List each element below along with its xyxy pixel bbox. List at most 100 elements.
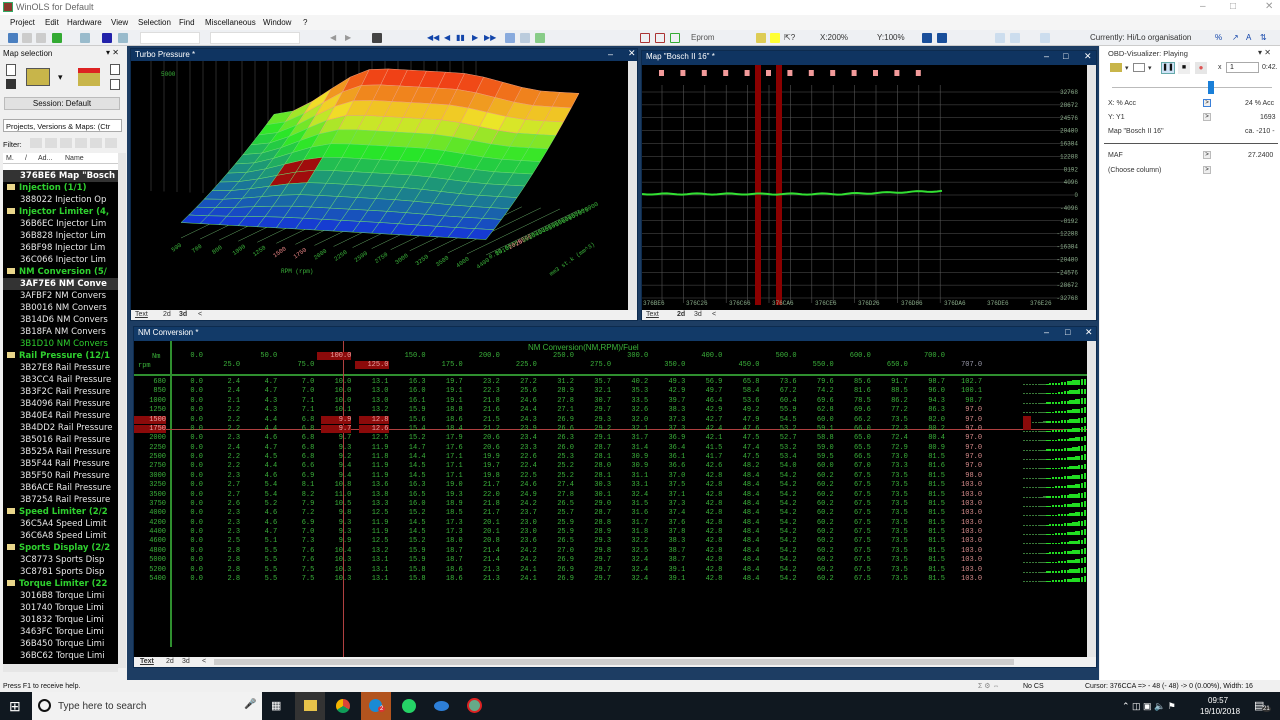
table-cell[interactable]: 28.7 bbox=[581, 444, 611, 452]
table-cell[interactable]: 4.6 bbox=[247, 519, 278, 527]
tree-folder[interactable]: Injector Limiter (4, bbox=[3, 206, 118, 218]
table-cell[interactable]: 6.8 bbox=[284, 453, 315, 461]
table-cell[interactable]: 2.3 bbox=[210, 519, 240, 527]
table-cell[interactable]: 59.0 bbox=[804, 444, 834, 452]
hex-16-icon[interactable] bbox=[1010, 33, 1020, 43]
table-cell[interactable]: 73.5 bbox=[878, 519, 908, 527]
point-marker[interactable] bbox=[787, 70, 793, 76]
scroll-left-icon[interactable]: < bbox=[712, 311, 716, 318]
table-cell[interactable]: 39.1 bbox=[655, 575, 685, 583]
table-cell[interactable]: 65.8 bbox=[730, 378, 760, 386]
table-cell[interactable]: 54.2 bbox=[767, 519, 797, 527]
table-cell[interactable]: 41.5 bbox=[692, 444, 723, 452]
table-cell[interactable]: 80.2 bbox=[915, 425, 945, 433]
table-cell[interactable]: 15.9 bbox=[396, 406, 426, 414]
table-cell[interactable]: 20.1 bbox=[470, 528, 500, 536]
table-cell[interactable]: 5.2 bbox=[247, 500, 278, 508]
table-cell[interactable]: 67.0 bbox=[841, 462, 871, 470]
row-header[interactable]: 4200 bbox=[134, 519, 166, 527]
table-cell[interactable]: 54.2 bbox=[767, 509, 797, 517]
table-cell[interactable]: 0.0 bbox=[173, 556, 203, 564]
table-cell[interactable]: 0.0 bbox=[173, 528, 203, 536]
table-cell[interactable]: 38.7 bbox=[655, 556, 685, 564]
scroll-left-icon[interactable]: < bbox=[198, 311, 202, 318]
table-cell[interactable]: 2.4 bbox=[210, 378, 240, 386]
tree-item[interactable]: 301740 Torque Limi bbox=[3, 602, 118, 614]
tree-item[interactable]: 388022 Injection Op bbox=[3, 194, 118, 206]
table-cell[interactable]: 9.4 bbox=[321, 462, 352, 470]
table-cell[interactable]: 21.8 bbox=[470, 500, 500, 508]
bosch-2d-chart[interactable]: 32768 28672 24576 20480 16384 12288 8192 4096 0 -… bbox=[642, 65, 1088, 311]
point-marker[interactable] bbox=[659, 70, 664, 76]
table-cell[interactable]: 4.7 bbox=[247, 378, 278, 386]
table-cell[interactable]: 65.0 bbox=[841, 434, 871, 442]
table-cell[interactable]: 29.3 bbox=[581, 537, 611, 545]
table-cell[interactable]: 12.5 bbox=[359, 537, 389, 545]
table-cell[interactable]: 86.2 bbox=[878, 397, 908, 405]
table-cell[interactable]: 60.4 bbox=[767, 397, 797, 405]
table-cell[interactable]: 2.2 bbox=[210, 416, 240, 424]
table-cell[interactable]: 19.7 bbox=[433, 378, 463, 386]
row-header[interactable]: 5200 bbox=[134, 566, 166, 574]
pause-icon[interactable]: ▮▮ bbox=[456, 33, 465, 42]
table-cell[interactable]: 7.1 bbox=[284, 406, 315, 414]
table-cell[interactable]: 81.5 bbox=[915, 547, 945, 555]
table-cell[interactable]: 100.1 bbox=[952, 387, 982, 395]
table-cell[interactable]: 4.4 bbox=[247, 425, 278, 433]
table-cell[interactable]: 25.2 bbox=[544, 462, 574, 470]
eprom-select[interactable]: Eprom bbox=[691, 33, 715, 42]
table-cell[interactable]: 0.0 bbox=[173, 444, 203, 452]
table-cell[interactable]: 0.0 bbox=[173, 406, 203, 414]
table-cell[interactable]: 10.4 bbox=[321, 547, 352, 555]
table-cell[interactable]: 13.0 bbox=[359, 397, 389, 405]
table-cell[interactable]: 81.5 bbox=[915, 472, 945, 480]
x-zoom[interactable]: X:200% bbox=[820, 33, 848, 42]
table-cell[interactable]: 0.0 bbox=[173, 566, 203, 574]
table-cell[interactable]: 11.9 bbox=[359, 472, 389, 480]
tab-3d[interactable]: 3d bbox=[694, 311, 702, 318]
tree-item[interactable]: 36BF98 Injector Lim bbox=[3, 242, 118, 254]
table-cell[interactable]: 14.7 bbox=[396, 444, 426, 452]
table-cell[interactable]: 5.4 bbox=[247, 481, 278, 489]
table-cell[interactable]: 30.9 bbox=[618, 462, 648, 470]
diff-icon[interactable] bbox=[535, 33, 545, 43]
table-cell[interactable]: 81.5 bbox=[915, 575, 945, 583]
point-marker[interactable] bbox=[894, 70, 900, 76]
table-cell[interactable]: 12.5 bbox=[359, 434, 389, 442]
table-cell[interactable]: 16.0 bbox=[396, 500, 426, 508]
panel-menu-icon[interactable]: ▾ ✕ bbox=[1258, 48, 1271, 57]
table-cell[interactable]: 29.3 bbox=[581, 416, 611, 424]
table-cell[interactable]: 37.8 bbox=[655, 528, 685, 536]
table-cell[interactable]: 31.7 bbox=[618, 519, 648, 527]
horizontal-scroll-thumb[interactable] bbox=[214, 659, 1014, 665]
table-cell[interactable]: 7.5 bbox=[284, 566, 315, 574]
table-cell[interactable]: 0.0 bbox=[173, 425, 203, 433]
table-cell[interactable]: 18.4 bbox=[433, 425, 463, 433]
table-cell[interactable]: 31.6 bbox=[618, 509, 648, 517]
row-header[interactable]: 1250 bbox=[134, 406, 166, 414]
table-cell[interactable]: 26.9 bbox=[544, 416, 574, 424]
chevron-down-icon[interactable]: ▾ bbox=[58, 72, 63, 83]
table-cell[interactable]: 78.5 bbox=[841, 397, 871, 405]
column-header[interactable]: 550.0 bbox=[800, 361, 834, 369]
table-cell[interactable]: 2.8 bbox=[210, 556, 240, 564]
table-cell[interactable]: 31.4 bbox=[618, 444, 648, 452]
table-cell[interactable]: 29.2 bbox=[581, 425, 611, 433]
whatsapp-icon[interactable] bbox=[402, 699, 416, 713]
table-cell[interactable]: 2.7 bbox=[210, 481, 240, 489]
column-header[interactable]: 400.0 bbox=[688, 352, 722, 360]
menu-selection[interactable]: Selection bbox=[138, 18, 171, 27]
table-cell[interactable]: 47.4 bbox=[730, 444, 760, 452]
table-cell[interactable]: 42.8 bbox=[692, 547, 723, 555]
table-cell[interactable]: 38.7 bbox=[655, 547, 685, 555]
row-header[interactable]: 1500 bbox=[134, 415, 166, 424]
table-cell[interactable]: 27.8 bbox=[544, 491, 574, 499]
table-cell[interactable]: 97.0 bbox=[952, 453, 982, 461]
table-cell[interactable]: 24.4 bbox=[507, 406, 537, 414]
tree-item[interactable]: 3B3F2C Rail Pressure bbox=[3, 386, 118, 398]
table-cell[interactable]: 10.0 bbox=[321, 397, 352, 405]
table-cell[interactable]: 5.1 bbox=[247, 537, 278, 545]
choose-column-button[interactable]: > bbox=[1203, 166, 1211, 174]
table-cell[interactable]: 23.0 bbox=[507, 528, 537, 536]
table-cell[interactable]: 59.5 bbox=[804, 453, 834, 461]
